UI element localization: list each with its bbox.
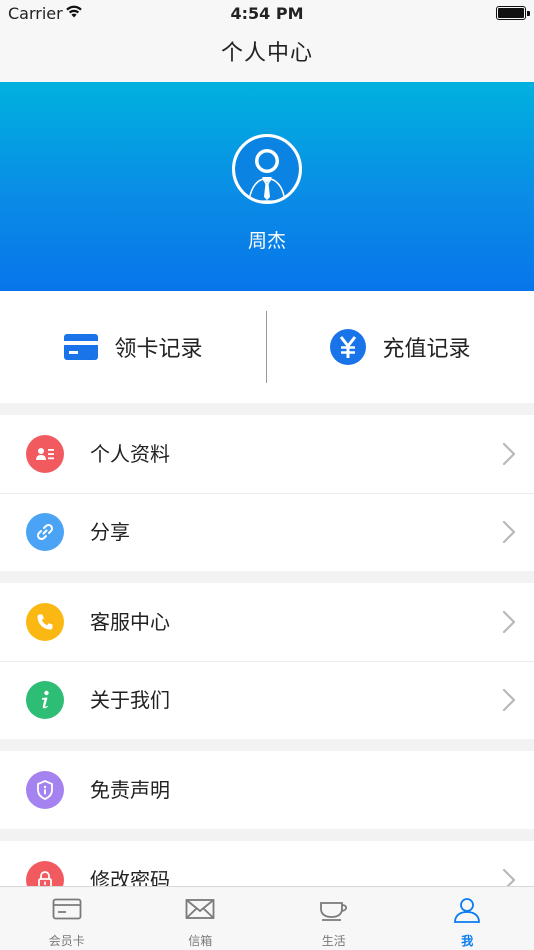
menu-item-label: 分享 [90, 520, 130, 544]
avatar-person-icon [235, 137, 299, 201]
menu-group-account: 个人资料 分享 [0, 415, 534, 571]
tab-bar: 会员卡 信箱 生活 我 [0, 886, 534, 950]
tab-label: 会员卡 [48, 934, 85, 948]
menu-item-disclaimer[interactable]: 免责声明 [0, 751, 534, 829]
chevron-right-icon [502, 610, 516, 634]
username: 周杰 [247, 230, 286, 252]
yen-icon [330, 329, 367, 365]
records-panel: 领卡记录 充值记录 [0, 291, 534, 403]
recharge-records-label: 充值记录 [382, 337, 471, 362]
chevron-right-icon [502, 520, 516, 544]
menu-group-support: 客服中心 关于我们 [0, 583, 534, 739]
person-icon [454, 898, 481, 923]
menu-item-label: 客服中心 [90, 610, 170, 634]
clock: 4:54 PM [230, 4, 304, 23]
card-icon [52, 898, 82, 920]
status-bar: Carrier 4:54 PM [0, 0, 534, 28]
menu-item-label: 个人资料 [90, 442, 170, 466]
tab-life[interactable]: 生活 [267, 887, 401, 950]
mail-icon [185, 899, 215, 919]
card-records-label: 领卡记录 [114, 337, 203, 362]
menu-item-share[interactable]: 分享 [0, 493, 534, 571]
phone-icon [26, 603, 64, 641]
tab-membership-card[interactable]: 会员卡 [0, 887, 134, 950]
card-icon [64, 334, 99, 360]
menu-item-label: 免责声明 [90, 778, 170, 802]
recharge-records-button[interactable]: 充值记录 [267, 291, 534, 403]
chevron-right-icon [502, 442, 516, 466]
card-records-button[interactable]: 领卡记录 [0, 291, 267, 403]
tab-label: 信箱 [188, 934, 213, 948]
tab-me[interactable]: 我 [401, 887, 534, 950]
info-icon [26, 681, 64, 719]
menu-group-disclaimer: 免责声明 [0, 751, 534, 829]
menu-item-customer-service[interactable]: 客服中心 [0, 583, 534, 661]
profile-icon [26, 435, 64, 473]
cup-icon [319, 902, 347, 921]
shield-icon [26, 771, 64, 809]
tab-label: 我 [461, 934, 474, 948]
menu-item-label: 关于我们 [90, 688, 170, 712]
tab-mailbox[interactable]: 信箱 [134, 887, 268, 950]
chevron-right-icon [502, 688, 516, 712]
profile-header: 周杰 [0, 82, 534, 291]
page-title: 个人中心 [220, 41, 313, 66]
navigation-bar: 个人中心 [0, 28, 534, 82]
avatar[interactable] [232, 134, 302, 204]
battery-icon [496, 6, 530, 20]
link-icon [26, 513, 64, 551]
menu-item-profile[interactable]: 个人资料 [0, 415, 534, 493]
menu-item-about-us[interactable]: 关于我们 [0, 661, 534, 739]
tab-label: 生活 [321, 934, 346, 948]
